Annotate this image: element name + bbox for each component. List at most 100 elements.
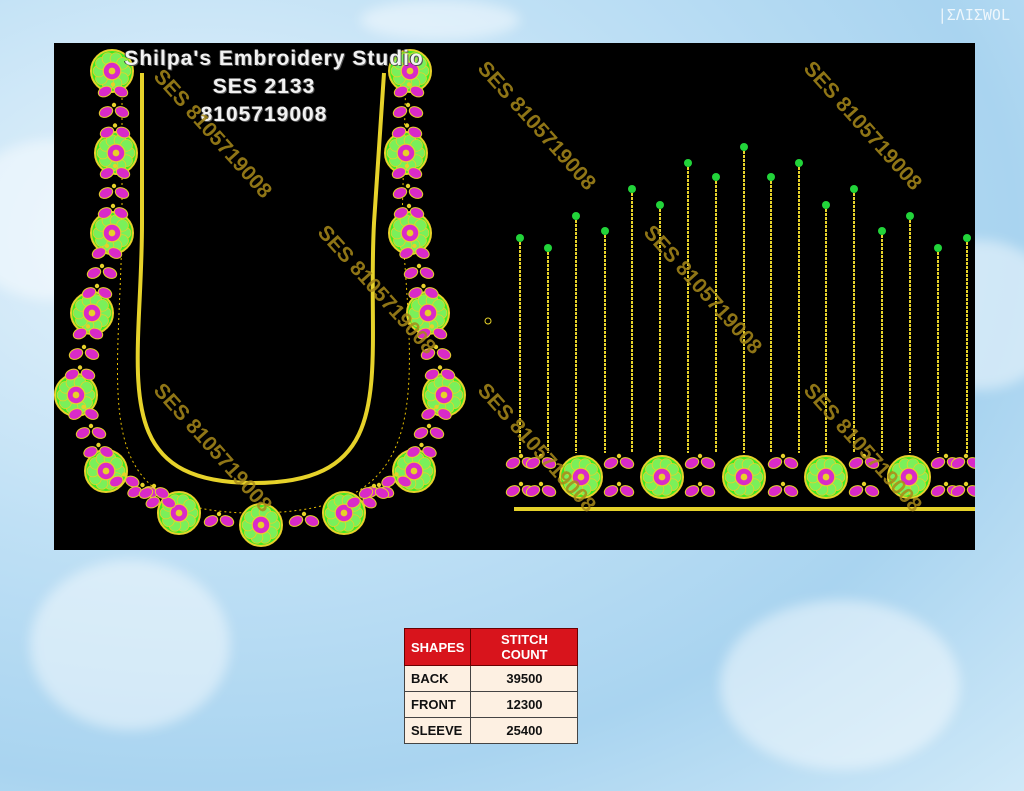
flower-center [112,149,120,157]
leaf-bud [963,481,969,487]
leaf-bud [406,203,412,209]
flower-center [340,509,348,517]
corner-watermark: |ΣΛΙΣWOL [937,6,1010,24]
leaf [619,457,635,469]
leaf-bud [861,481,867,487]
flower-center [257,521,265,529]
leaf [408,187,424,199]
leaf-bud [111,183,117,189]
leaf-sprig [684,481,716,497]
leaf [684,457,700,469]
column-header-stitch-count: STITCH COUNT [470,628,579,666]
leaf [102,267,118,279]
leaf-bud [216,511,222,517]
leaf-bud [416,263,422,269]
flower-center [440,391,448,399]
leaf [767,485,783,497]
leaf-bud [518,481,524,487]
leaf-bud [376,482,382,488]
leaf [429,427,445,439]
leaf-bud [616,453,622,459]
leaf [86,267,102,279]
bead [740,143,748,151]
leaf-sprig [950,453,975,469]
leaf-bud [697,481,703,487]
leaf [419,267,435,279]
flower-center [402,149,410,157]
leaf-sprig [86,263,118,279]
bead [878,227,886,235]
leaf-bud [426,423,432,429]
leaf [603,457,619,469]
leaf-bud [394,472,399,477]
leaf [864,485,880,497]
leaf-bud [429,324,435,329]
leaf [304,515,320,527]
leaf-bud [140,482,145,488]
flower-center [102,467,110,475]
leaf-sprig [392,183,424,199]
leaf-sprig [767,453,799,469]
leaf-sprig [75,423,107,439]
leaf [767,457,783,469]
leaf [684,485,700,497]
bead [963,234,971,242]
leaf [783,485,799,497]
flower-center [822,473,830,481]
studio-name: Shilpa's Embroidery Studio [124,47,424,70]
bead [795,159,803,167]
leaf-sprig [603,481,635,497]
leaf [288,515,304,527]
leaf-bud [434,404,439,410]
leaf-bud [122,472,127,477]
background-flower [720,600,960,770]
leaf [436,348,452,360]
leaf [392,187,408,199]
stitch-count-cell: 39500 [470,665,579,692]
leaf-bud [301,511,307,517]
leaf [219,515,235,527]
bead [906,212,914,220]
leaf [403,267,419,279]
leaf [603,485,619,497]
leaf [783,457,799,469]
leaf-bud [77,365,83,370]
flower-center [424,309,432,317]
leaf [930,485,946,497]
leaf-bud [96,442,101,448]
bead [572,212,580,220]
flower-center [72,391,80,399]
leaf-bud [963,453,969,459]
leaf [505,485,521,497]
background-flower [30,560,230,730]
flower-motif [722,455,766,499]
leaf-sprig [767,481,799,497]
flower-center [658,473,666,481]
flower-center [406,229,414,237]
bead [934,244,942,252]
leaf [700,485,716,497]
table-header-row: SHAPES STITCH COUNT [403,628,579,666]
column-header-shapes: SHAPES [403,628,472,666]
leaf [505,457,521,469]
leaf-bud [412,243,417,249]
design-code: SES 2133 [212,75,316,98]
leaf-sprig [403,263,435,279]
leaf-bud [81,404,86,410]
bead [822,201,830,209]
leaf [84,348,100,360]
leaf [930,457,946,469]
leaf-sprig [203,511,235,527]
leaf-bud [419,442,424,448]
leaf-sprig [288,511,320,527]
leaf [619,485,635,497]
leaf-bud [404,163,410,169]
center-mark [484,317,492,325]
flower-center [740,473,748,481]
leaf [91,427,107,439]
leaf-bud [518,453,524,459]
flower-center [410,467,418,475]
leaf-bud [616,481,622,487]
leaf-bud [437,365,443,370]
leaf [413,427,429,439]
